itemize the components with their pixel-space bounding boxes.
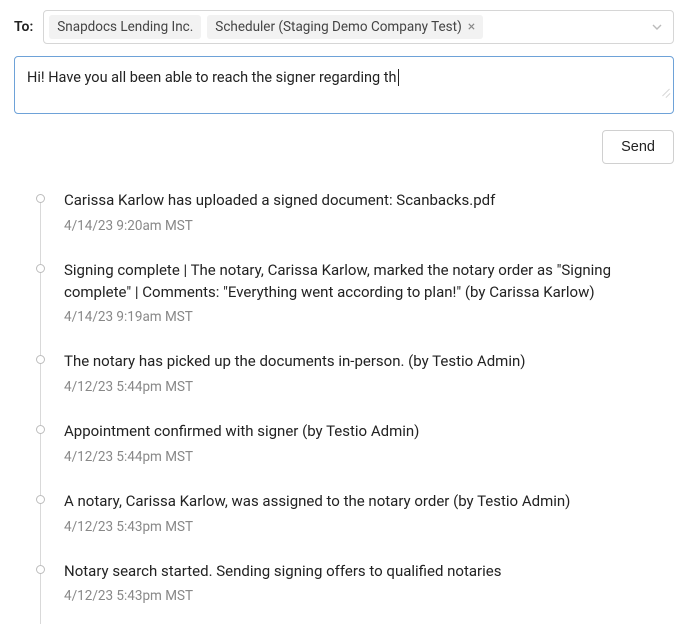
recipient-chip[interactable]: Scheduler (Staging Demo Company Test) × — [207, 15, 483, 39]
event-text: Notary search started. Sending signing o… — [64, 561, 674, 583]
send-button[interactable]: Send — [602, 130, 674, 164]
message-text: Hi! Have you all been able to reach the … — [27, 69, 397, 86]
timeline-event: Notary search started. Sending signing o… — [64, 561, 674, 605]
event-timestamp: 4/14/23 9:19am MST — [64, 309, 674, 325]
event-text: A notary, Carissa Karlow, was assigned t… — [64, 491, 674, 513]
timeline-dot-icon — [36, 565, 45, 574]
remove-recipient-icon[interactable]: × — [468, 20, 475, 34]
message-input[interactable]: Hi! Have you all been able to reach the … — [14, 56, 674, 114]
text-caret — [397, 69, 399, 86]
recipient-chip-label: Snapdocs Lending Inc. — [57, 19, 193, 35]
event-timestamp: 4/12/23 5:43pm MST — [64, 519, 674, 535]
timeline-event: The notary has picked up the documents i… — [64, 351, 674, 395]
recipient-select[interactable]: Snapdocs Lending Inc. Scheduler (Staging… — [43, 10, 674, 44]
activity-timeline: Carissa Karlow has uploaded a signed doc… — [24, 190, 674, 604]
event-text: Signing complete | The notary, Carissa K… — [64, 260, 674, 304]
event-text: Appointment confirmed with signer (by Te… — [64, 421, 674, 443]
to-row: To: Snapdocs Lending Inc. Scheduler (Sta… — [14, 10, 674, 44]
timeline-dot-icon — [36, 264, 45, 273]
timeline-dot-icon — [36, 194, 45, 203]
timeline-event: Signing complete | The notary, Carissa K… — [64, 260, 674, 326]
timeline-event: A notary, Carissa Karlow, was assigned t… — [64, 491, 674, 535]
event-timestamp: 4/14/23 9:20am MST — [64, 218, 674, 234]
event-text: Carissa Karlow has uploaded a signed doc… — [64, 190, 674, 212]
timeline-dot-icon — [36, 355, 45, 364]
event-timestamp: 4/12/23 5:44pm MST — [64, 379, 674, 395]
event-timestamp: 4/12/23 5:43pm MST — [64, 588, 674, 604]
chevron-down-icon[interactable] — [651, 21, 663, 33]
timeline-dot-icon — [36, 425, 45, 434]
timeline-dot-icon — [36, 495, 45, 504]
recipient-chip[interactable]: Snapdocs Lending Inc. — [49, 15, 201, 39]
recipient-chip-label: Scheduler (Staging Demo Company Test) — [215, 19, 461, 35]
event-text: The notary has picked up the documents i… — [64, 351, 674, 373]
event-timestamp: 4/12/23 5:44pm MST — [64, 449, 674, 465]
timeline-event: Appointment confirmed with signer (by Te… — [64, 421, 674, 465]
timeline-event: Carissa Karlow has uploaded a signed doc… — [64, 190, 674, 234]
to-label: To: — [14, 19, 35, 35]
